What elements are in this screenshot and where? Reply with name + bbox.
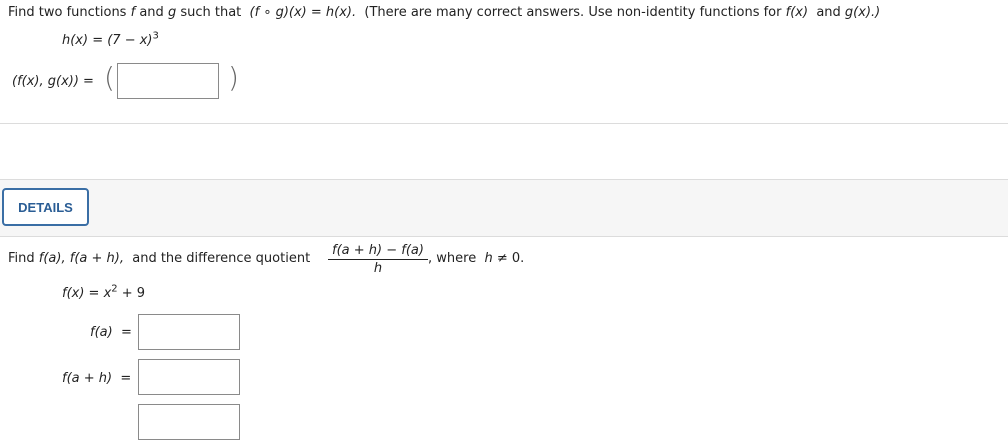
- question2-prompt: Find f(a), f(a + h), and the difference …: [8, 251, 310, 266]
- details-band: [0, 179, 1008, 237]
- fah-label: f(a + h) =: [62, 371, 131, 386]
- composition-expression: (f ∘ g)(x) = h(x).: [249, 5, 357, 20]
- equals-sign: =: [120, 371, 132, 386]
- question2-condition: , where h ≠ 0.: [428, 251, 524, 266]
- question1-prompt: Find two functions f and g such that (f …: [8, 5, 880, 20]
- prompt-text: Find: [8, 251, 35, 266]
- f-definition-text: f(x) = x: [62, 286, 112, 301]
- quotient-answer-input[interactable]: [138, 404, 240, 440]
- fraction-denominator: h: [373, 261, 383, 276]
- prompt-text: such that: [180, 5, 242, 20]
- fa-term: f(a),: [38, 251, 66, 266]
- label-text: f(a): [90, 325, 113, 340]
- function-f: f: [130, 5, 136, 20]
- fa-label: f(a) =: [90, 325, 132, 340]
- prompt-note: (There are many correct answers. Use non…: [364, 5, 782, 20]
- f-definition-text: + 9: [117, 286, 146, 301]
- prompt-text: Find two functions: [8, 5, 127, 20]
- condition-text: ≠ 0.: [496, 251, 525, 266]
- pair-answer-input[interactable]: [117, 63, 219, 99]
- h-definition: h(x) = (7 − x)3: [62, 30, 159, 48]
- f-definition: f(x) = x2 + 9: [62, 284, 146, 301]
- prompt-text: and: [139, 5, 164, 20]
- difference-quotient-fraction: f(a + h) − f(a) h: [328, 243, 428, 276]
- details-button[interactable]: DETAILS: [2, 188, 89, 226]
- label-text: f(a + h): [62, 371, 113, 386]
- open-paren: (: [104, 61, 115, 94]
- h-variable: h: [484, 251, 493, 266]
- fraction-numerator: f(a + h) − f(a): [328, 243, 428, 260]
- exponent: 3: [152, 30, 159, 42]
- pair-label: (f(x), g(x)) =: [12, 74, 94, 89]
- gx-term: g(x).): [844, 5, 881, 20]
- prompt-text: and the difference quotient: [132, 251, 311, 266]
- close-paren: ): [228, 61, 239, 94]
- prompt-text: and: [816, 5, 841, 20]
- equals-sign: =: [120, 325, 132, 340]
- fah-term: f(a + h),: [69, 251, 124, 266]
- h-definition-text: h(x) = (7 − x): [62, 33, 153, 48]
- fah-answer-input[interactable]: [138, 359, 240, 395]
- fx-term: f(x): [785, 5, 809, 20]
- prompt-text: , where: [428, 251, 477, 266]
- section-divider: [0, 123, 1008, 124]
- fa-answer-input[interactable]: [138, 314, 240, 350]
- function-g: g: [167, 5, 177, 20]
